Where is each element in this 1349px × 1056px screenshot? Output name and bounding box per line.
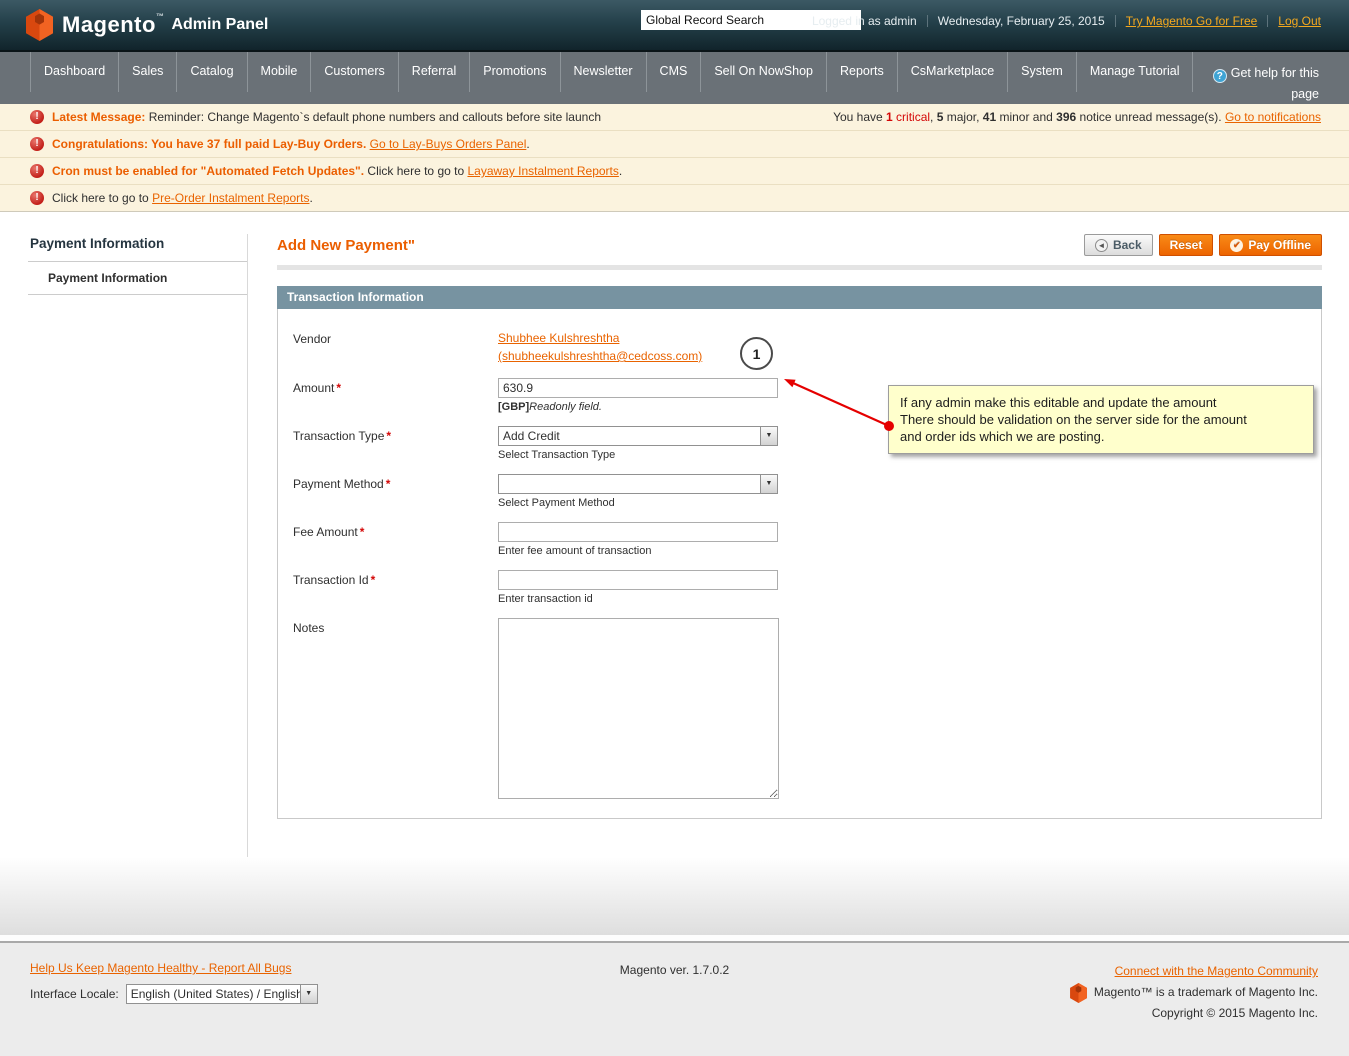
transaction-type-note: Select Transaction Type [498, 449, 616, 461]
lay-buys-panel-link[interactable]: Go to Lay-Buys Orders Panel [370, 137, 527, 151]
magento-logo-icon [26, 9, 53, 41]
message-row: ! Cron must be enabled for "Automated Fe… [0, 158, 1349, 185]
nav-item-sales[interactable]: Sales [118, 52, 176, 92]
app-subtitle: Admin Panel [171, 16, 269, 33]
divider [1267, 15, 1269, 27]
nav-item-cms[interactable]: CMS [645, 52, 701, 92]
form-row-payment-method: Payment Method * ▼ Select Payment Method [293, 474, 1306, 509]
nav-item-sell-on-nowshop[interactable]: Sell On NowShop [700, 52, 826, 92]
brand: Magento™ Admin Panel [26, 9, 268, 41]
nav-item-system[interactable]: System [1007, 52, 1076, 92]
warning-icon: ! [30, 191, 44, 205]
transaction-id-input[interactable] [498, 570, 778, 590]
panel-header: Transaction Information [277, 286, 1322, 309]
divider [1114, 15, 1116, 27]
vendor-label: Vendor [293, 332, 332, 346]
payment-method-label: Payment Method [293, 477, 384, 491]
notifications-summary: You have 1 critical, 5 major, 41 minor a… [833, 110, 1321, 124]
notification-messages: ! Latest Message: Reminder: Change Magen… [0, 104, 1349, 212]
app-title: Magento™ [62, 12, 165, 37]
content-fade [0, 857, 1349, 935]
nav-item-referral[interactable]: Referral [397, 52, 469, 92]
amount-note: [GBP]Readonly field. [498, 401, 602, 413]
back-button[interactable]: ◄ Back [1083, 234, 1153, 256]
copyright-note: Copyright © 2015 Magento Inc. [1151, 1006, 1318, 1020]
warning-icon: ! [30, 110, 44, 124]
interface-locale-select[interactable]: English (United States) / English ▼ [125, 984, 318, 1004]
header-date: Wednesday, February 25, 2015 [937, 14, 1105, 28]
help-icon: ? [1212, 69, 1227, 83]
warning-icon: ! [30, 164, 44, 178]
sidebar: Payment Information Payment Information [28, 234, 247, 295]
form-row-transaction-id: Transaction Id * Enter transaction id [293, 570, 1306, 605]
annotation-number-badge: 1 [740, 337, 773, 370]
nav-item-csmarketplace[interactable]: CsMarketplace [896, 52, 1007, 92]
message-row: ! Congratulations: You have 37 full paid… [0, 131, 1349, 158]
fee-amount-input[interactable] [498, 522, 778, 542]
login-status: Logged in as admin [811, 14, 917, 28]
vendor-link[interactable]: Shubhee Kulshreshtha [498, 329, 619, 347]
header-bar: Magento™ Admin Panel Logged in as admin … [0, 0, 1349, 52]
pay-offline-icon: ✔ [1230, 238, 1244, 252]
pay-offline-button[interactable]: ✔ Pay Offline [1219, 234, 1322, 256]
message-row: ! Latest Message: Reminder: Change Magen… [0, 104, 1349, 131]
form-row-notes: Notes [293, 618, 1306, 802]
vendor-email-link[interactable]: (shubheekulshreshtha@cedcoss.com) [498, 347, 702, 365]
transaction-id-note: Enter transaction id [498, 593, 593, 605]
footer: Help Us Keep Magento Healthy - Report Al… [0, 943, 1349, 1056]
form-row-vendor: Vendor Shubhee Kulshreshtha (shubheekuls… [293, 329, 1306, 365]
footer-magento-logo-icon [1069, 982, 1087, 1003]
help-link[interactable]: ? Get help for this page [1201, 63, 1319, 105]
nav-item-customers[interactable]: Customers [310, 52, 397, 92]
amount-label: Amount [293, 381, 335, 395]
nav-item-dashboard[interactable]: Dashboard [30, 52, 118, 92]
nav-item-reports[interactable]: Reports [826, 52, 897, 92]
preorder-reports-link[interactable]: Pre-Order Instalment Reports [152, 191, 309, 205]
warning-icon: ! [30, 137, 44, 151]
nav-item-manage-tutorial[interactable]: Manage Tutorial [1075, 52, 1194, 92]
transaction-type-select[interactable]: Add Credit ▼ [498, 426, 778, 446]
content-header: Add New Payment" ◄ Back Reset ✔ Pay Offlin… [277, 212, 1322, 270]
notes-textarea[interactable] [498, 618, 779, 799]
go-to-notifications-link[interactable]: Go to notifications [1225, 110, 1321, 124]
layaway-reports-link[interactable]: Layaway Instalment Reports [467, 164, 618, 178]
sidebar-item-payment-information[interactable]: Payment Information [28, 262, 247, 295]
interface-locale-label: Interface Locale: [30, 987, 119, 1001]
annotation-arrow [784, 379, 894, 431]
try-magento-link[interactable]: Try Magento Go for Free [1126, 14, 1258, 28]
annotation-note: If any admin make this editable and upda… [888, 385, 1314, 454]
form-row-fee-amount: Fee Amount * Enter fee amount of transact… [293, 522, 1306, 557]
transaction-id-label: Transaction Id [293, 573, 369, 587]
content-area: Payment Information Payment Information … [0, 212, 1349, 857]
payment-method-note: Select Payment Method [498, 497, 615, 509]
required-mark: * [336, 381, 342, 395]
message-lead: Latest Message: [52, 110, 146, 124]
message-row: ! Click here to go to Pre-Order Instalme… [0, 185, 1349, 212]
main-nav: Dashboard Sales Catalog Mobile Customers… [0, 52, 1349, 104]
fee-amount-label: Fee Amount [293, 525, 358, 539]
fee-amount-note: Enter fee amount of transaction [498, 545, 652, 557]
back-icon: ◄ [1094, 238, 1108, 252]
sidebar-divider [247, 234, 248, 857]
divider [926, 15, 928, 27]
page-title: Add New Payment" [277, 236, 415, 254]
payment-method-select[interactable]: ▼ [498, 474, 778, 494]
sidebar-title: Payment Information [28, 234, 247, 262]
main-panel: Add New Payment" ◄ Back Reset ✔ Pay Offlin… [277, 212, 1322, 819]
community-link[interactable]: Connect with the Magento Community [1115, 964, 1318, 978]
notes-label: Notes [293, 621, 325, 635]
nav-item-mobile[interactable]: Mobile [246, 52, 311, 92]
nav-item-catalog[interactable]: Catalog [176, 52, 246, 92]
transaction-type-label: Transaction Type [293, 429, 385, 443]
nav-item-promotions[interactable]: Promotions [469, 52, 559, 92]
logout-link[interactable]: Log Out [1278, 14, 1321, 28]
trademark-note: Magento™ is a trademark of Magento Inc. [1093, 985, 1318, 999]
amount-input[interactable] [498, 378, 778, 398]
nav-item-newsletter[interactable]: Newsletter [559, 52, 646, 92]
dropdown-icon: ▼ [299, 985, 317, 1003]
reset-button[interactable]: Reset [1158, 234, 1214, 256]
dropdown-icon: ▼ [760, 475, 777, 493]
